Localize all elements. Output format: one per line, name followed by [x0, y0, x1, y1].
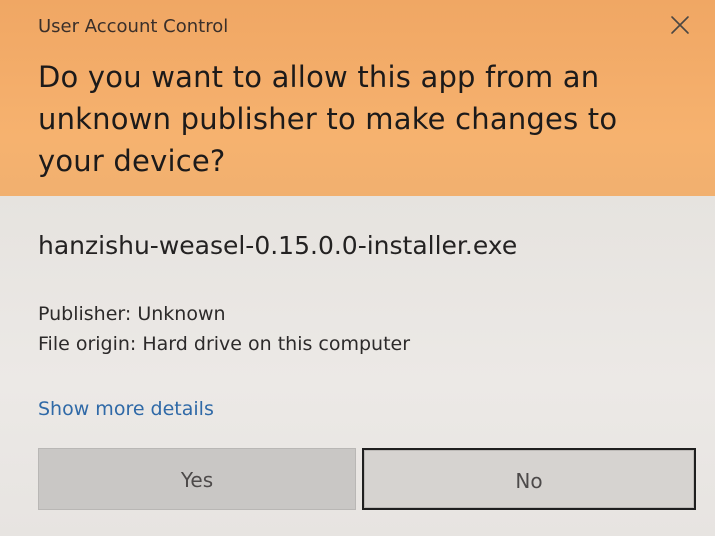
uac-header: User Account Control Do you want to allo… — [0, 0, 715, 196]
show-more-details-link[interactable]: Show more details — [38, 396, 214, 422]
file-origin-info: File origin: Hard drive on this computer — [38, 333, 411, 355]
app-file-name: hanzishu-weasel-0.15.0.0-installer.exe — [38, 231, 518, 260]
dialog-title: User Account Control — [38, 16, 229, 37]
uac-dialog: User Account Control Do you want to allo… — [0, 0, 715, 536]
close-button[interactable] — [663, 8, 697, 42]
yes-button[interactable]: Yes — [38, 448, 356, 510]
no-button[interactable]: No — [362, 448, 696, 510]
publisher-info: Publisher: Unknown — [38, 303, 226, 325]
close-icon — [671, 16, 689, 34]
uac-question: Do you want to allow this app from an un… — [38, 60, 618, 178]
